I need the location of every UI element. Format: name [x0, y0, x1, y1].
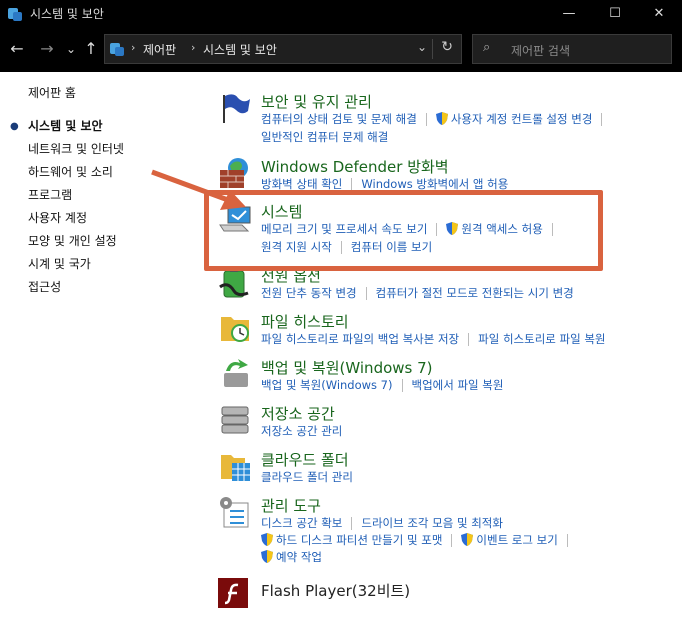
sidebar-item-appearance[interactable]: 모양 및 개인 설정: [28, 232, 117, 249]
up-arrow-icon[interactable]: ↑: [80, 38, 102, 60]
link[interactable]: 하드 디스크 파티션 만들기 및 포맷: [276, 532, 442, 548]
link-row: 저장소 공간 관리: [261, 423, 342, 439]
link-row: 백업 및 복원(Windows 7) 백업에서 파일 복원: [261, 377, 503, 393]
control-panel-icon: [8, 8, 22, 21]
divider: [451, 534, 453, 547]
link-row: 전원 단추 동작 변경 컴퓨터가 절전 모드로 전환되는 시기 변경: [261, 285, 574, 301]
sidebar-item-clock-region[interactable]: 시계 및 국가: [28, 255, 91, 272]
uac-shield-icon: [261, 550, 273, 563]
link-row: 파일 히스토리로 파일의 백업 복사본 저장 파일 히스토리로 파일 복원: [261, 331, 606, 347]
category-title[interactable]: 보안 및 유지 관리: [261, 91, 372, 112]
back-arrow-icon[interactable]: ←: [6, 38, 28, 60]
link[interactable]: 사용자 계정 컨트롤 설정 변경: [451, 111, 593, 127]
sidebar-item-system-security: 시스템 및 보안: [28, 119, 103, 133]
cloud-folder-icon: [221, 455, 250, 481]
sidebar-item-accessibility[interactable]: 접근성: [28, 278, 61, 295]
divider: [425, 113, 427, 126]
backup-icon: [224, 359, 248, 387]
sidebar-item-network[interactable]: 네트워크 및 인터넷: [28, 140, 124, 157]
divider: [468, 333, 470, 346]
divider: [365, 287, 367, 300]
firewall-icon: [220, 158, 248, 188]
divider: [401, 379, 403, 392]
window-title: 시스템 및 보안: [30, 7, 104, 21]
address-dropdown-icon[interactable]: ⌄: [417, 40, 427, 54]
navigation-bar: ← → ⌄ ↑ › 제어판 › 시스템 및 보안 ⌄ ↻ ⌕ 제어판 검색: [0, 28, 682, 72]
link-row: 디스크 공간 확보 드라이브 조각 모음 및 최적화: [261, 515, 503, 531]
title-bar: 시스템 및 보안 — ☐ ✕: [0, 0, 682, 28]
category-title[interactable]: Windows Defender 방화벽: [261, 156, 449, 177]
link-row: 하드 디스크 파티션 만들기 및 포맷 이벤트 로그 보기: [261, 532, 577, 548]
forward-arrow-icon[interactable]: →: [36, 38, 58, 60]
link[interactable]: 저장소 공간 관리: [261, 423, 342, 439]
address-bar[interactable]: › 제어판 › 시스템 및 보안 ⌄ ↻: [104, 34, 462, 64]
breadcrumb-system-security[interactable]: 시스템 및 보안: [203, 41, 277, 58]
link[interactable]: 예약 작업: [276, 549, 322, 565]
breadcrumb-separator: ›: [131, 41, 136, 54]
flag-icon: [223, 94, 250, 123]
link-row: 클라우드 폴더 관리: [261, 469, 353, 485]
flash-player-icon: [218, 578, 248, 608]
category-title[interactable]: Flash Player(32비트): [261, 580, 410, 601]
uac-shield-icon: [461, 533, 474, 546]
link[interactable]: 클라우드 폴더 관리: [261, 469, 353, 485]
link[interactable]: 드라이브 조각 모음 및 최적화: [361, 515, 503, 531]
search-box[interactable]: ⌕ 제어판 검색: [472, 34, 672, 64]
link-row: 일반적인 컴퓨터 문제 해결: [261, 129, 388, 145]
link-row: 컴퓨터의 상태 검토 및 문제 해결 사용자 계정 컨트롤 설정 변경: [261, 111, 611, 127]
link[interactable]: 컴퓨터의 상태 검토 및 문제 해결: [261, 111, 417, 127]
category-title[interactable]: 클라우드 폴더: [261, 449, 349, 470]
category-title[interactable]: 관리 도구: [261, 495, 321, 516]
storage-drives-icon: [221, 406, 249, 434]
control-panel-icon: [110, 43, 124, 56]
search-icon: ⌕: [483, 40, 491, 55]
sidebar-item-hardware-sound[interactable]: 하드웨어 및 소리: [28, 163, 113, 180]
divider: [566, 534, 568, 547]
link[interactable]: 백업에서 파일 복원: [412, 377, 504, 393]
highlight-box: [204, 190, 603, 271]
link[interactable]: 디스크 공간 확보: [261, 515, 342, 531]
admin-tools-icon: [220, 497, 249, 528]
address-divider: [432, 39, 433, 59]
link[interactable]: 이벤트 로그 보기: [476, 532, 557, 548]
divider: [601, 113, 603, 126]
refresh-icon[interactable]: ↻: [441, 39, 453, 55]
file-history-icon: [221, 317, 249, 342]
uac-shield-icon: [261, 533, 273, 546]
sidebar-item-programs[interactable]: 프로그램: [28, 186, 72, 203]
search-placeholder: 제어판 검색: [511, 44, 571, 58]
breadcrumb-separator: ›: [191, 41, 196, 54]
breadcrumb-control-panel[interactable]: 제어판: [143, 41, 176, 58]
link-row: 예약 작업: [261, 549, 322, 565]
link[interactable]: 파일 히스토리로 파일 복원: [478, 331, 605, 347]
sidebar-item-control-panel-home[interactable]: 제어판 홈: [28, 84, 76, 101]
close-button[interactable]: ✕: [636, 0, 682, 28]
category-title[interactable]: 백업 및 복원(Windows 7): [261, 357, 433, 378]
link[interactable]: 백업 및 복원(Windows 7): [261, 377, 393, 393]
sidebar-item-user-accounts[interactable]: 사용자 계정: [28, 209, 87, 226]
link[interactable]: 전원 단추 동작 변경: [261, 285, 357, 301]
recent-locations-chevron-icon[interactable]: ⌄: [60, 38, 82, 60]
minimize-button[interactable]: —: [546, 0, 592, 28]
maximize-button[interactable]: ☐: [592, 0, 638, 28]
link[interactable]: 파일 히스토리로 파일의 백업 복사본 저장: [261, 331, 459, 347]
link[interactable]: 컴퓨터가 절전 모드로 전환되는 시기 변경: [376, 285, 574, 301]
link[interactable]: 일반적인 컴퓨터 문제 해결: [261, 129, 388, 145]
category-title[interactable]: 저장소 공간: [261, 403, 335, 424]
divider: [351, 517, 353, 530]
category-title[interactable]: 파일 히스토리: [261, 311, 349, 332]
uac-shield-icon: [435, 112, 448, 125]
current-page-bullet: ●: [10, 121, 19, 132]
